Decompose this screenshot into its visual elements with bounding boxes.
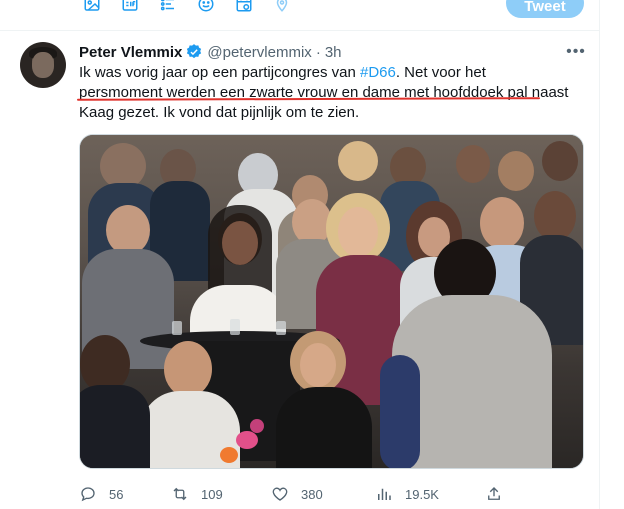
location-icon[interactable] <box>272 0 292 14</box>
share-icon <box>488 487 500 500</box>
schedule-icon[interactable] <box>234 0 254 14</box>
photo-figure <box>276 387 372 468</box>
like-action[interactable]: 380 <box>271 484 323 504</box>
tweet-text: Ik was vorig jaar op een partijcongres v… <box>79 63 589 123</box>
photo-glass <box>230 319 240 335</box>
hashtag-link[interactable]: #D66 <box>360 64 396 81</box>
photo-figure <box>300 343 336 387</box>
tweet[interactable]: Peter Vlemmix @petervlemmix · 3h ••• Ik … <box>0 32 600 509</box>
tweet-actions: 56 109 380 19.5K <box>79 484 584 504</box>
reply-action[interactable]: 56 <box>79 484 123 504</box>
tweet-text-line-3: Kaag gezet. Ik vond dat pijnlijk om te z… <box>79 104 360 121</box>
photo-figure <box>456 145 490 183</box>
photo-figure <box>164 341 212 397</box>
retweet-icon <box>173 487 187 501</box>
author-name[interactable]: Peter Vlemmix <box>79 44 182 61</box>
right-background <box>601 0 624 509</box>
photo-figure <box>380 355 420 468</box>
composer-icon-row <box>82 0 292 14</box>
page: Tweet Peter Vlemmix @petervlemmix · 3h •… <box>0 0 624 509</box>
views-count: 19.5K <box>405 486 439 502</box>
timeline-column: Tweet Peter Vlemmix @petervlemmix · 3h •… <box>0 0 600 509</box>
photo-figure <box>534 191 576 241</box>
photo-flowers <box>250 419 264 433</box>
heart-icon <box>272 487 288 501</box>
photo-figure <box>480 197 524 249</box>
tweet-header: Peter Vlemmix @petervlemmix · 3h <box>79 42 342 62</box>
more-options-icon[interactable]: ••• <box>566 42 586 62</box>
photo-figure <box>542 141 578 181</box>
photo-glass <box>276 321 286 335</box>
tweet-composer-toolbar: Tweet <box>0 0 600 31</box>
share-action[interactable] <box>485 484 515 504</box>
photo-figure <box>338 141 378 181</box>
photo-figure <box>338 207 378 257</box>
photo-figure <box>498 151 534 191</box>
verified-badge-icon <box>185 43 203 61</box>
photo-figure <box>106 205 150 255</box>
like-count: 380 <box>301 486 323 502</box>
views-icon <box>378 488 391 500</box>
views-action[interactable]: 19.5K <box>375 484 439 504</box>
tweet-button[interactable]: Tweet <box>506 0 584 18</box>
text-segment: Ik was vorig jaar op een partijcongres v… <box>79 64 360 81</box>
photo-flowers <box>220 447 238 463</box>
poll-icon[interactable] <box>158 0 178 14</box>
photo-flowers <box>236 431 258 449</box>
header-separator: · <box>315 43 321 61</box>
author-handle[interactable]: @petervlemmix <box>207 44 311 61</box>
photo-figure <box>222 221 258 265</box>
retweet-count: 109 <box>201 486 223 502</box>
photo-glass <box>172 321 182 335</box>
retweet-action[interactable]: 109 <box>171 484 223 504</box>
tweet-photo[interactable] <box>79 134 584 469</box>
avatar[interactable] <box>20 42 66 88</box>
reply-icon <box>81 487 95 502</box>
photo-figure <box>80 385 150 468</box>
reply-count: 56 <box>109 486 124 502</box>
text-segment: . Net voor het <box>395 64 486 81</box>
image-icon[interactable] <box>82 0 102 14</box>
tweet-text-line-1: Ik was vorig jaar op een partijcongres v… <box>79 63 589 83</box>
avatar-face <box>32 52 54 78</box>
tweet-timestamp[interactable]: 3h <box>325 44 342 61</box>
emoji-icon[interactable] <box>196 0 216 14</box>
gif-icon[interactable] <box>120 0 140 14</box>
